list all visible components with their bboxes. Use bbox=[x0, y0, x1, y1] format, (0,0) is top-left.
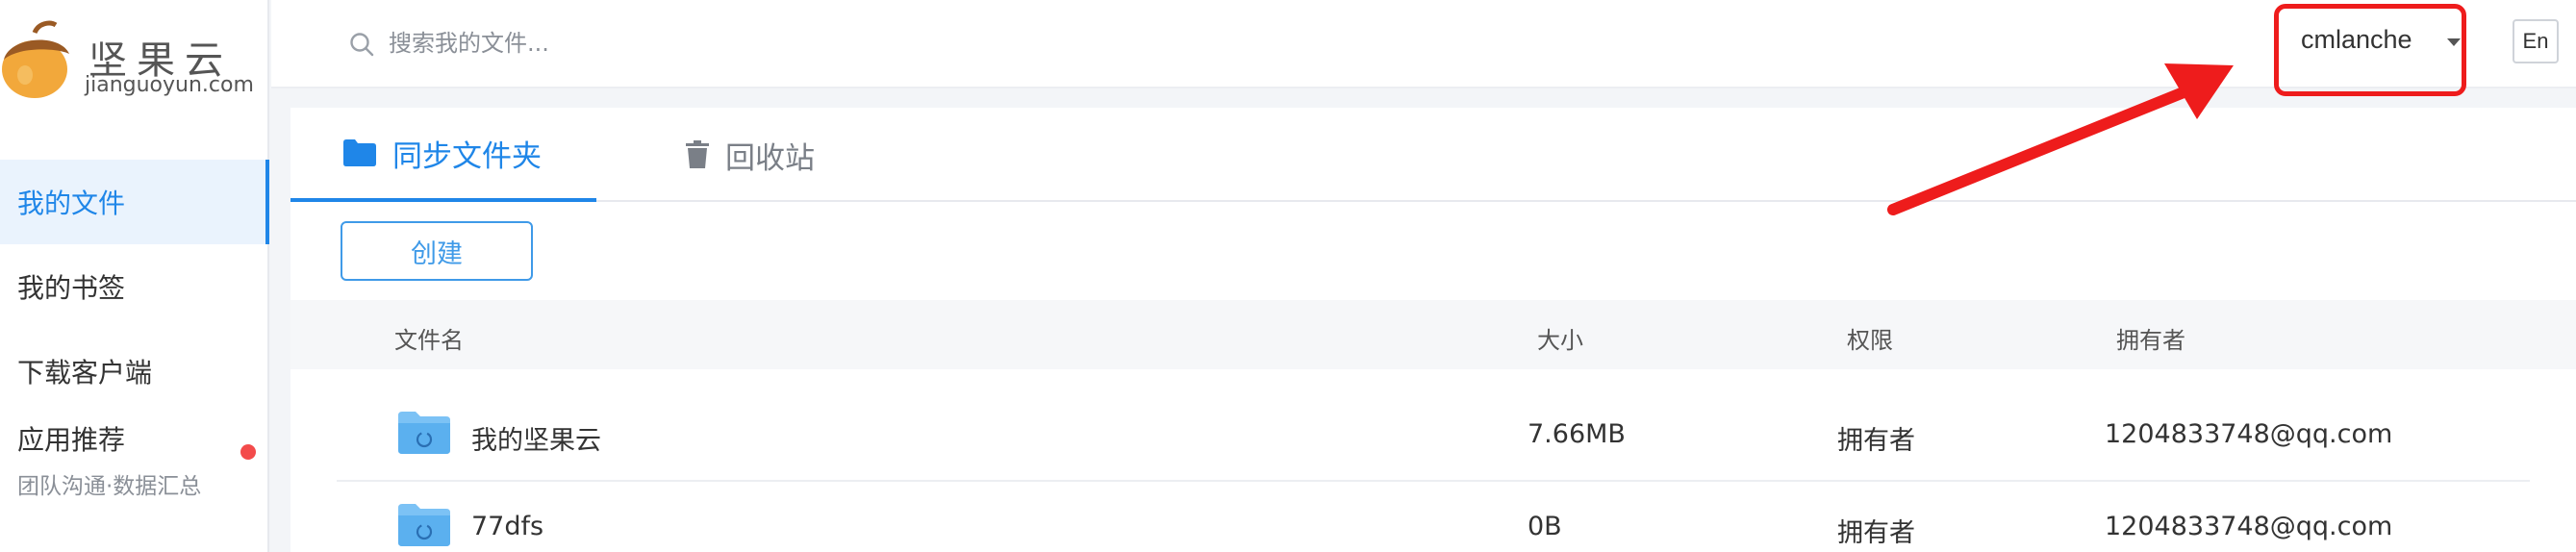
file-name[interactable]: 77dfs bbox=[471, 512, 543, 541]
sync-folder-icon bbox=[398, 504, 450, 546]
search-icon bbox=[350, 33, 374, 57]
acorn-logo-icon bbox=[2, 20, 69, 98]
sidebar-item-app-recommend[interactable]: 应用推荐 团队沟通·数据汇总 bbox=[0, 412, 269, 508]
chevron-down-icon[interactable] bbox=[2447, 38, 2461, 46]
brand-logo[interactable]: 坚果云 jianguoyun.com bbox=[0, 19, 260, 106]
tab-bar: 同步文件夹 回收站 bbox=[290, 108, 2576, 202]
trash-icon bbox=[685, 140, 710, 169]
app-recommend-subtitle: 团队沟通·数据汇总 bbox=[17, 474, 202, 499]
file-owner: 1204833748@qq.com bbox=[2105, 512, 2393, 541]
table-row[interactable]: 我的坚果云 7.66MB 拥有者 1204833748@qq.com bbox=[290, 389, 2576, 481]
table-header: 文件名 大小 权限 拥有者 bbox=[290, 300, 2576, 369]
sync-folder-icon bbox=[398, 412, 450, 454]
search-input[interactable] bbox=[389, 23, 966, 63]
column-header-size[interactable]: 大小 bbox=[1537, 321, 1583, 355]
notification-dot bbox=[240, 444, 256, 460]
table-row[interactable]: 77dfs 0B 拥有者 1204833748@qq.com bbox=[290, 481, 2576, 552]
top-bar: cmlanche En bbox=[271, 0, 2576, 96]
sidebar-item-label: 我的书签 bbox=[17, 272, 126, 304]
sidebar-item-download-client[interactable]: 下载客户端 bbox=[0, 329, 269, 414]
brand-subtitle: jianguoyun.com bbox=[85, 73, 254, 97]
create-button[interactable]: 创建 bbox=[341, 221, 533, 281]
sidebar-item-label: 下载客户端 bbox=[17, 357, 153, 389]
sidebar-item-label: 我的文件 bbox=[17, 188, 126, 219]
tab-recycle-bin[interactable]: 回收站 bbox=[685, 108, 815, 202]
file-owner: 1204833748@qq.com bbox=[2105, 419, 2393, 449]
column-header-name[interactable]: 文件名 bbox=[394, 321, 464, 355]
column-header-owner: 拥有者 bbox=[2116, 327, 2185, 354]
app-recommend-title: 应用推荐 bbox=[17, 424, 126, 456]
app-root: 坚果云 jianguoyun.com 我的文件 我的书签 下载客户端 应用推荐 … bbox=[0, 0, 2576, 552]
file-permission: 拥有者 bbox=[1837, 518, 1915, 548]
file-size: 0B bbox=[1528, 512, 1562, 541]
language-toggle-button[interactable]: En bbox=[2513, 19, 2559, 63]
tab-label: 同步文件夹 bbox=[392, 138, 542, 174]
sidebar-item-my-files[interactable]: 我的文件 bbox=[0, 160, 269, 244]
user-menu[interactable]: cmlanche bbox=[2301, 25, 2412, 55]
column-header-permission: 权限 bbox=[1847, 327, 1893, 354]
folder-icon bbox=[342, 138, 377, 167]
tab-sync-folder[interactable]: 同步文件夹 bbox=[290, 108, 596, 202]
file-name[interactable]: 我的坚果云 bbox=[471, 419, 601, 457]
sidebar: 坚果云 jianguoyun.com 我的文件 我的书签 下载客户端 应用推荐 … bbox=[0, 0, 269, 552]
sidebar-item-bookmarks[interactable]: 我的书签 bbox=[0, 244, 269, 329]
file-permission: 拥有者 bbox=[1837, 426, 1915, 456]
tab-label: 回收站 bbox=[725, 140, 815, 176]
file-size: 7.66MB bbox=[1528, 419, 1626, 449]
main-panel: 同步文件夹 回收站 创建 文件名 大小 权限 拥有者 我的坚果云 7.66MB … bbox=[290, 108, 2576, 552]
